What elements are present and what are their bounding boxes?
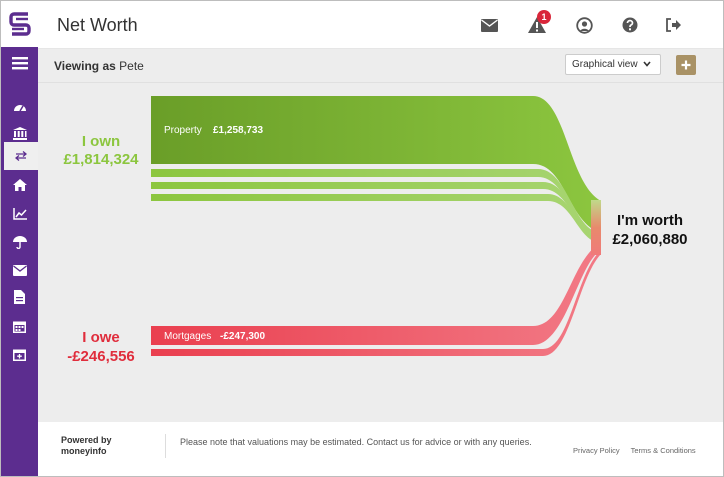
document-icon [14, 290, 25, 304]
sankey-diagram: Property £1,258,733 Mortgages -£247,300 … [63, 96, 688, 365]
footer-links: Privacy Policy Terms & Conditions [573, 446, 705, 455]
sankey-flow-asset-2[interactable] [151, 169, 601, 237]
sidebar [1, 1, 38, 476]
viewing-as-user: Pete [119, 59, 144, 73]
home-icon [12, 179, 27, 191]
envelope-icon [480, 18, 498, 32]
help-icon [622, 17, 638, 33]
sankey-flow-asset-3[interactable] [151, 182, 601, 240]
sankey-flow-property[interactable] [151, 96, 601, 233]
profile-button[interactable] [573, 14, 595, 36]
owe-value: -£246,556 [67, 348, 135, 365]
alerts-button[interactable]: 1 [526, 10, 551, 36]
own-value: £1,814,324 [63, 151, 139, 168]
footer: Powered by moneyinfo Please note that va… [38, 422, 723, 476]
viewing-as: Viewing as Pete [54, 59, 144, 73]
sankey-node-worth[interactable] [591, 200, 601, 255]
sidebar-item-messages[interactable] [1, 257, 38, 283]
powered-by-brand: moneyinfo [61, 446, 107, 456]
sidebar-item-documents[interactable] [1, 284, 38, 310]
sidebar-item-add-event[interactable] [1, 341, 38, 367]
sidebar-item-home[interactable] [1, 172, 38, 198]
sidebar-item-calendar[interactable] [1, 313, 38, 339]
logo-icon [8, 12, 31, 36]
sankey-flow-mortgages[interactable] [151, 243, 601, 345]
powered-by: Powered by moneyinfo [61, 435, 112, 457]
calendar-plus-icon [13, 349, 26, 361]
calendar-icon [13, 321, 26, 333]
messages-button[interactable] [478, 14, 500, 36]
sidebar-item-investments[interactable] [1, 201, 38, 227]
worth-label: I'm worth [617, 212, 683, 229]
footer-divider [165, 434, 166, 458]
menu-icon [11, 57, 28, 70]
chevron-down-icon [643, 59, 651, 70]
property-label: Property [164, 125, 202, 136]
plus-icon [681, 60, 691, 70]
menu-toggle[interactable] [1, 51, 38, 75]
add-button[interactable] [676, 55, 696, 75]
valuation-note: Please note that valuations may be estim… [180, 437, 532, 447]
terms-link[interactable]: Terms & Conditions [631, 446, 696, 455]
sankey-flow-asset-4[interactable] [151, 194, 601, 243]
property-value: £1,258,733 [213, 125, 263, 136]
bank-icon [12, 126, 27, 140]
page-title: Net Worth [57, 15, 138, 35]
user-icon [575, 16, 593, 34]
app-window: Net Worth 1 Viewing as Pete Graphical vi… [0, 0, 724, 477]
view-select[interactable]: Graphical view [565, 54, 661, 75]
owe-label: I owe [82, 329, 120, 346]
dashboard-icon [13, 105, 26, 112]
help-button[interactable] [619, 14, 641, 36]
privacy-policy-link[interactable]: Privacy Policy [573, 446, 620, 455]
view-select-value: Graphical view [572, 59, 638, 70]
subbar: Viewing as Pete Graphical view [38, 49, 723, 83]
sidebar-item-networth[interactable] [1, 142, 38, 170]
mortgage-value: -£247,300 [220, 331, 265, 342]
sidebar-item-protection[interactable] [1, 229, 38, 255]
sidebar-item-dashboard[interactable] [1, 94, 38, 120]
net-worth-chart-area: Property £1,258,733 Mortgages -£247,300 … [38, 83, 723, 422]
umbrella-icon [12, 235, 27, 249]
worth-value: £2,060,880 [612, 231, 687, 248]
transfer-icon [15, 151, 27, 161]
logout-icon [666, 18, 681, 32]
chart-icon [12, 208, 27, 220]
own-label: I own [82, 133, 120, 150]
mortgage-label: Mortgages [164, 331, 211, 342]
alerts-badge: 1 [537, 10, 551, 24]
logo[interactable] [1, 1, 38, 47]
powered-by-line1: Powered by [61, 435, 112, 445]
viewing-as-label: Viewing as [54, 59, 116, 73]
mail-icon [12, 264, 27, 276]
logout-button[interactable] [663, 14, 685, 36]
topbar: Net Worth 1 [38, 1, 723, 49]
